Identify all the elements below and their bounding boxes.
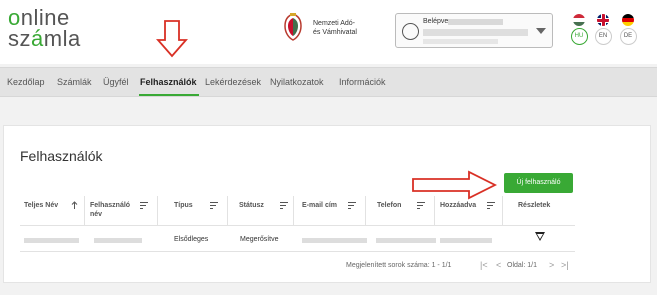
column-header-added[interactable]: Hozzáadva (440, 201, 476, 210)
column-divider (502, 196, 503, 226)
column-header-phone[interactable]: Telefon (377, 201, 401, 210)
nav-coat-of-arms-icon (284, 13, 302, 41)
column-divider (157, 196, 158, 226)
user-avatar-icon (402, 23, 419, 40)
cell-status: Megerősítve (240, 236, 279, 243)
last-page-icon[interactable]: >| (561, 260, 569, 270)
column-divider (227, 196, 228, 226)
nav-item-informaciok[interactable]: Információk (339, 77, 386, 87)
germany-flag-icon (622, 14, 634, 26)
redacted-phone (376, 238, 436, 243)
column-divider (84, 196, 85, 226)
logo-line1: online (8, 5, 70, 30)
column-header-type[interactable]: Típus (174, 201, 193, 210)
app-header: online számla Nemzeti Adó- és Vámhivatal… (0, 0, 657, 64)
authority-line1: Nemzeti Adó- (313, 20, 356, 27)
next-page-icon[interactable]: > (549, 260, 554, 270)
redacted-user-id (448, 19, 503, 25)
sort-icon[interactable] (348, 202, 356, 209)
sort-icon[interactable] (487, 202, 495, 209)
column-header-username-line2: név (90, 211, 103, 218)
pagination-summary: Megjelenített sorok száma: 1 - 1/1 (346, 262, 452, 269)
column-header-status[interactable]: Státusz (239, 201, 264, 210)
prev-page-icon[interactable]: < (496, 260, 501, 270)
uk-flag-icon (597, 14, 609, 26)
language-en[interactable]: EN (590, 14, 616, 45)
main-navigation: Kezdőlap Számlák Ügyfél Felhasználók Lek… (0, 67, 657, 97)
redacted-added-date (440, 238, 492, 243)
column-divider (365, 196, 366, 226)
nav-item-szamlak[interactable]: Számlák (57, 77, 92, 87)
sort-icon[interactable] (280, 202, 288, 209)
pagination-page: Oldal: 1/1 (507, 262, 537, 269)
details-expand-icon[interactable] (535, 232, 545, 241)
nav-item-ugyfel[interactable]: Ügyfél (103, 77, 129, 87)
authority-line2: és Vámhivatal (313, 29, 357, 36)
user-logged-in-label: Belépve: (423, 18, 451, 25)
redacted-full-name (24, 238, 79, 243)
language-de[interactable]: DE (615, 14, 641, 45)
column-header-username-line1: Felhasználó (90, 202, 131, 209)
sort-icon[interactable] (417, 202, 425, 209)
hungary-flag-icon (573, 14, 585, 26)
sort-ascending-arrow-icon[interactable] (71, 201, 78, 210)
sort-icon[interactable] (140, 202, 148, 209)
nav-item-kezdolap[interactable]: Kezdőlap (7, 77, 45, 87)
nav-item-felhasznalok[interactable]: Felhasználók (140, 77, 197, 87)
chevron-down-icon (536, 28, 546, 34)
redacted-user-name (423, 29, 528, 36)
language-de-button[interactable]: DE (619, 28, 637, 45)
table-header-divider (20, 225, 575, 226)
online-szamla-logo[interactable]: online számla (8, 5, 81, 51)
annotation-down-arrow-icon (156, 20, 188, 58)
users-card: Felhasználók Új felhasználó Teljes Név F… (3, 125, 651, 283)
nav-authority-name: Nemzeti Adó- és Vámhivatal (313, 19, 357, 37)
nav-item-nyilatkozatok[interactable]: Nyilatkozatok (270, 77, 324, 87)
new-user-button[interactable]: Új felhasználó (504, 173, 573, 193)
annotation-right-arrow-icon (412, 170, 497, 200)
first-page-icon[interactable]: |< (480, 260, 488, 270)
table-row-divider (20, 251, 575, 252)
redacted-user-company (423, 39, 498, 44)
redacted-username (94, 238, 142, 243)
column-header-details: Részletek (518, 202, 551, 209)
nav-item-lekerdezesek[interactable]: Lekérdezések (205, 77, 261, 87)
redacted-email (302, 238, 367, 243)
column-header-username[interactable]: Felhasználó név (90, 201, 130, 219)
page-title: Felhasználók (20, 148, 103, 164)
active-tab-indicator (139, 94, 199, 96)
column-divider (293, 196, 294, 226)
user-menu-dropdown[interactable]: Belépve: (395, 13, 553, 48)
column-divider (434, 196, 435, 226)
sort-icon[interactable] (210, 202, 218, 209)
column-header-full-name[interactable]: Teljes Név (24, 201, 58, 210)
language-hu-button[interactable]: HU (570, 28, 588, 45)
cell-type: Elsődleges (174, 236, 209, 243)
column-header-email[interactable]: E-mail cím (302, 201, 337, 210)
language-en-button[interactable]: EN (594, 28, 612, 45)
logo-line2: számla (8, 26, 81, 51)
language-hu[interactable]: HU (566, 14, 592, 45)
